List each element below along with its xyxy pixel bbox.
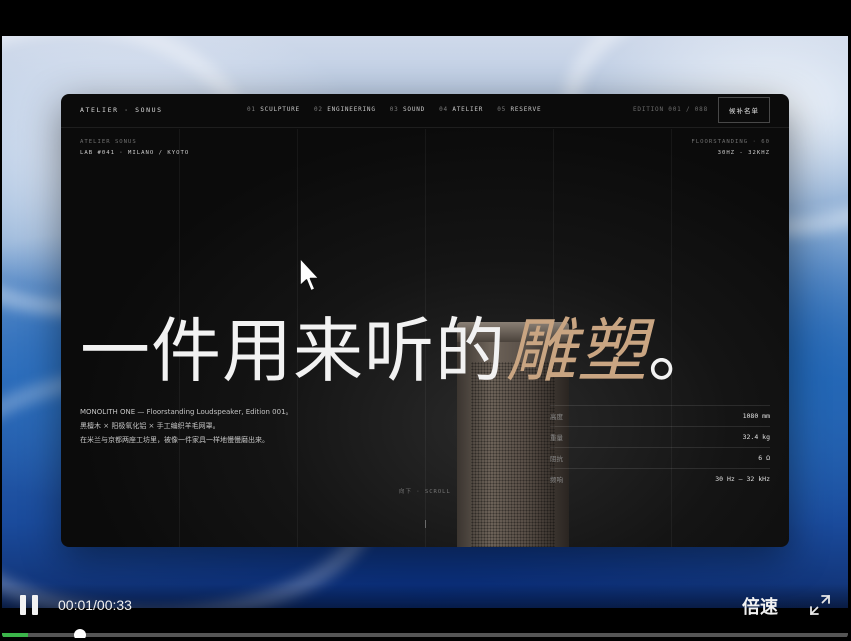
nav-num: 02 (313, 106, 323, 113)
site-nav: 01 SCULPTURE 02 ENGINEERING 03 SOUND 04 … (247, 106, 541, 113)
spec-key: 重量 (550, 434, 563, 442)
pause-button[interactable] (18, 594, 40, 616)
spec-value: 1080 mm (742, 412, 770, 420)
fullscreen-icon[interactable] (808, 593, 832, 617)
nav-num: 05 (497, 106, 507, 113)
description-line: 黑檀木 × 阳极氧化铝 × 手工编织羊毛网罩。 (80, 422, 220, 430)
pause-icon (20, 595, 26, 615)
nav-label: SOUND (403, 106, 426, 113)
progress-bar[interactable] (2, 629, 848, 638)
headline-main: 一件用来听的 (80, 310, 506, 392)
meta-line: 30HZ - 32KHZ (717, 150, 770, 156)
spec-value: 30 Hz – 32 kHz (715, 475, 770, 483)
nav-label: ATELIER (452, 106, 484, 113)
nav-label: SCULPTURE (260, 106, 300, 113)
meta-line: LAB #041 · MILANO / KYOTO (80, 150, 190, 156)
headline-end: 。 (648, 310, 719, 392)
progress-handle[interactable] (73, 629, 86, 638)
nav-label: ENGINEERING (327, 106, 376, 113)
player-controls: 00:01/00:33 倍速 (2, 584, 848, 638)
pause-icon (32, 595, 38, 615)
spec-key: 高度 (550, 413, 563, 421)
scroll-hint: 向下 · SCROLL (399, 489, 451, 495)
mouse-cursor-icon (299, 257, 320, 292)
product-description: MONOLITH ONE — Floorstanding Loudspeaker… (80, 405, 293, 447)
video-player[interactable]: ATELIER · SONUS 01 SCULPTURE 02 ENGINEER… (2, 4, 848, 638)
meta-right: FLOORSTANDING · 60 30HZ - 32KHZ (691, 137, 770, 159)
nav-num: 03 (389, 106, 399, 113)
nav-item-reserve[interactable]: 05 RESERVE (497, 106, 541, 113)
spec-value: 32.4 kg (742, 433, 770, 441)
playback-speed-button[interactable]: 倍速 (742, 593, 778, 619)
nav-item-sculpture[interactable]: 01 SCULPTURE (247, 106, 300, 113)
nav-item-engineering[interactable]: 02 ENGINEERING (314, 106, 376, 113)
spec-row: 高度 1080 mm (550, 405, 770, 426)
edition-label: EDITION 001 / 088 (633, 106, 709, 113)
nav-item-atelier[interactable]: 04 ATELIER (439, 106, 483, 113)
progress-fill (2, 633, 28, 637)
hero-headline: 一件用来听的雕塑。 (80, 316, 719, 386)
spec-row: 频响 30 Hz – 32 kHz (550, 468, 770, 489)
spec-value: 6 Ω (758, 454, 770, 462)
spec-key: 阻抗 (550, 455, 563, 463)
meta-left: ATELIER SONUS LAB #041 · MILANO / KYOTO (80, 137, 189, 159)
nav-num: 04 (439, 106, 448, 113)
nav-num: 01 (247, 106, 256, 113)
scroll-indicator (425, 520, 426, 528)
nav-label: RESERVE (510, 106, 542, 113)
spec-key: 频响 (550, 476, 563, 484)
headline-accent: 雕塑 (506, 310, 648, 392)
site-header: ATELIER · SONUS 01 SCULPTURE 02 ENGINEER… (61, 94, 789, 128)
nav-item-sound[interactable]: 03 SOUND (390, 106, 425, 113)
site-brand[interactable]: ATELIER · SONUS (80, 106, 163, 114)
time-display: 00:01/00:33 (58, 597, 132, 613)
description-line: 在米兰与京都两座工坊里，被像一件家具一样地慢慢磨出来。 (80, 436, 269, 444)
meta-line: FLOORSTANDING · 60 (691, 139, 770, 145)
video-frame[interactable]: ATELIER · SONUS 01 SCULPTURE 02 ENGINEER… (2, 36, 848, 608)
spec-row: 重量 32.4 kg (550, 426, 770, 447)
spec-table: 高度 1080 mm 重量 32.4 kg 阻抗 6 Ω 频响 30 Hz – 32 k… (550, 405, 770, 489)
meta-line: ATELIER SONUS (80, 139, 137, 145)
description-line: MONOLITH ONE — Floorstanding Loudspeaker… (80, 408, 293, 416)
waitlist-button[interactable]: 候补名单 (718, 97, 770, 123)
website-preview: ATELIER · SONUS 01 SCULPTURE 02 ENGINEER… (61, 94, 789, 547)
spec-row: 阻抗 6 Ω (550, 447, 770, 468)
